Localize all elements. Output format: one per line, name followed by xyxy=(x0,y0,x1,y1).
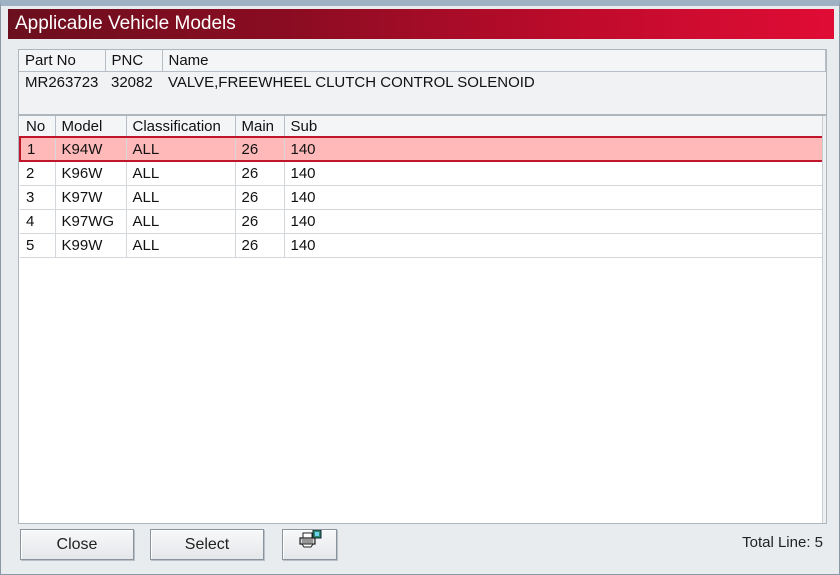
classification-column-header[interactable]: Classification xyxy=(126,116,236,138)
row-classification: ALL xyxy=(126,136,236,162)
total-line-count: Total Line: 5 xyxy=(742,534,823,551)
row-no: 4 xyxy=(20,209,56,234)
list-edge xyxy=(822,116,826,523)
models-table: No Model Classification Main Sub 1 K94W … xyxy=(19,116,826,258)
row-no: 1 xyxy=(19,136,56,162)
part-info-panel: Part No PNC Name MR263723 32082 VALVE,FR… xyxy=(18,49,827,115)
row-no: 2 xyxy=(20,161,56,186)
row-classification: ALL xyxy=(126,185,236,210)
select-button[interactable]: Select xyxy=(150,529,264,560)
row-main: 26 xyxy=(235,136,285,162)
close-button[interactable]: Close xyxy=(20,529,134,560)
models-list-panel[interactable]: No Model Classification Main Sub 1 K94W … xyxy=(18,115,827,524)
row-classification: ALL xyxy=(126,209,236,234)
sub-column-header[interactable]: Sub xyxy=(284,116,826,138)
print-button[interactable] xyxy=(282,529,337,560)
table-row[interactable]: 3 K97W ALL 26 140 xyxy=(20,185,826,210)
row-sub: 140 xyxy=(284,185,826,210)
part-no-value: MR263723 xyxy=(25,73,99,91)
row-model: K94W xyxy=(55,136,127,162)
window-title: Applicable Vehicle Models xyxy=(8,9,834,39)
part-no-header: Part No xyxy=(19,50,106,72)
row-sub: 140 xyxy=(284,233,826,258)
row-classification: ALL xyxy=(126,233,236,258)
row-main: 26 xyxy=(235,233,285,258)
row-model: K97WG xyxy=(55,209,127,234)
row-main: 26 xyxy=(235,161,285,186)
pnc-header: PNC xyxy=(105,50,163,72)
table-row[interactable]: 1 K94W ALL 26 140 xyxy=(19,136,826,162)
applicable-models-window: Applicable Vehicle Models Part No PNC Na… xyxy=(0,0,840,575)
row-main: 26 xyxy=(235,185,285,210)
row-sub: 140 xyxy=(284,161,826,186)
part-info-table: Part No PNC Name MR263723 32082 VALVE,FR… xyxy=(19,50,826,93)
pnc-value: 32082 xyxy=(111,73,153,91)
row-model: K99W xyxy=(55,233,127,258)
row-no: 5 xyxy=(20,233,56,258)
printer-icon xyxy=(298,529,322,558)
table-row[interactable]: 4 K97WG ALL 26 140 xyxy=(20,209,826,234)
row-model: K96W xyxy=(55,161,127,186)
row-main: 26 xyxy=(235,209,285,234)
table-row[interactable]: 2 K96W ALL 26 140 xyxy=(20,161,826,186)
row-model: K97W xyxy=(55,185,127,210)
model-column-header[interactable]: Model xyxy=(55,116,127,138)
row-sub: 140 xyxy=(284,136,826,162)
table-row[interactable]: 5 K99W ALL 26 140 xyxy=(20,233,826,258)
part-name-value: VALVE,FREEWHEEL CLUTCH CONTROL SOLENOID xyxy=(168,73,535,91)
no-column-header[interactable]: No xyxy=(20,116,56,138)
row-no: 3 xyxy=(20,185,56,210)
main-column-header[interactable]: Main xyxy=(235,116,285,138)
row-sub: 140 xyxy=(284,209,826,234)
row-classification: ALL xyxy=(126,161,236,186)
name-header: Name xyxy=(162,50,826,72)
